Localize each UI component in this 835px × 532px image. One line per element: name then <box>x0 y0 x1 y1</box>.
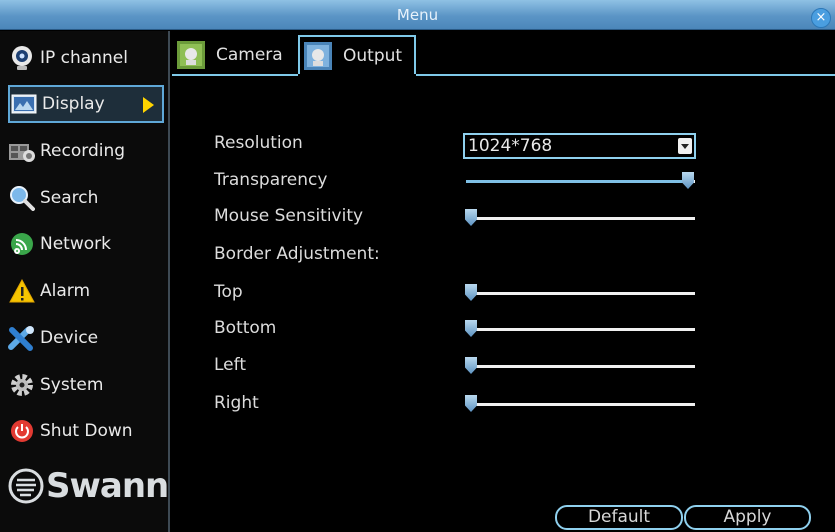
slider-track <box>466 217 695 220</box>
slider-track <box>466 403 695 406</box>
left-slider[interactable] <box>465 357 695 375</box>
tab-bar: Camera Output <box>172 31 835 75</box>
sidebar-item-label: Display <box>42 94 105 114</box>
ip-camera-icon <box>8 44 36 72</box>
camera-tab-icon <box>177 41 205 69</box>
chevron-down-icon[interactable] <box>678 138 692 154</box>
slider-thumb[interactable] <box>465 357 477 374</box>
gear-icon <box>8 371 36 399</box>
slider-thumb[interactable] <box>465 395 477 412</box>
tab-underline <box>172 74 835 76</box>
sidebar-item-ip-channel[interactable]: IP channel <box>8 39 164 77</box>
slider-thumb[interactable] <box>682 172 694 189</box>
slider-thumb[interactable] <box>465 320 477 337</box>
sidebar-item-label: Network <box>40 234 111 254</box>
network-icon <box>8 230 36 258</box>
tab-camera[interactable]: Camera <box>176 35 283 75</box>
sidebar: IP channel Display Recording Search Netw… <box>0 31 170 532</box>
sidebar-item-label: System <box>40 375 104 395</box>
sidebar-item-label: IP channel <box>40 48 128 68</box>
sidebar-item-alarm[interactable]: Alarm <box>8 272 164 310</box>
slider-thumb[interactable] <box>465 209 477 226</box>
window-title: Menu <box>396 6 439 24</box>
sidebar-item-search[interactable]: Search <box>8 179 164 217</box>
sidebar-item-network[interactable]: Network <box>8 225 164 263</box>
tab-active-gap <box>298 74 416 76</box>
tab-label: Camera <box>216 45 283 65</box>
window-titlebar: Menu × <box>0 0 835 30</box>
slider-fill <box>466 180 689 183</box>
tab-label: Output <box>343 46 403 66</box>
right-slider[interactable] <box>465 395 695 413</box>
swann-logo-icon <box>8 468 44 504</box>
sidebar-item-recording[interactable]: Recording <box>8 132 164 170</box>
slider-thumb[interactable] <box>465 284 477 301</box>
device-icon <box>8 324 36 352</box>
sidebar-item-label: Search <box>40 188 99 208</box>
sidebar-item-device[interactable]: Device <box>8 319 164 357</box>
resolution-value: 1024*768 <box>468 136 553 156</box>
swann-logo: Swann <box>8 466 169 506</box>
sidebar-item-label: Device <box>40 328 99 348</box>
top-slider[interactable] <box>465 284 695 302</box>
power-icon <box>8 417 36 445</box>
sidebar-item-display[interactable]: Display <box>8 85 164 123</box>
transparency-slider[interactable] <box>466 172 695 190</box>
sidebar-item-label: Alarm <box>40 281 91 301</box>
resolution-select[interactable]: 1024*768 <box>463 133 696 159</box>
transparency-label: Transparency <box>214 170 328 190</box>
right-label: Right <box>214 393 259 413</box>
display-icon <box>10 90 38 118</box>
sidebar-item-shut-down[interactable]: Shut Down <box>8 412 164 450</box>
selected-arrow-icon <box>143 97 154 113</box>
mouse-sensitivity-slider[interactable] <box>465 209 695 227</box>
mouse-sensitivity-label: Mouse Sensitivity <box>214 206 364 226</box>
apply-button[interactable]: Apply <box>684 505 811 530</box>
left-label: Left <box>214 355 246 375</box>
top-label: Top <box>214 282 243 302</box>
default-button[interactable]: Default <box>555 505 683 530</box>
bottom-slider[interactable] <box>465 320 695 338</box>
output-tab-icon <box>304 42 332 70</box>
slider-track <box>466 292 695 295</box>
border-adjustment-label: Border Adjustment: <box>214 244 380 264</box>
slider-track <box>466 365 695 368</box>
sidebar-item-system[interactable]: System <box>8 366 164 404</box>
sidebar-item-label: Shut Down <box>40 421 133 441</box>
sidebar-item-label: Recording <box>40 141 126 161</box>
resolution-label: Resolution <box>214 133 303 153</box>
logo-text: Swann <box>46 466 169 506</box>
slider-track <box>466 328 695 331</box>
close-button[interactable]: × <box>811 8 831 28</box>
search-icon <box>8 184 36 212</box>
tab-output[interactable]: Output <box>298 35 416 75</box>
recording-icon <box>8 137 36 165</box>
alarm-icon <box>8 277 36 305</box>
bottom-label: Bottom <box>214 318 277 338</box>
